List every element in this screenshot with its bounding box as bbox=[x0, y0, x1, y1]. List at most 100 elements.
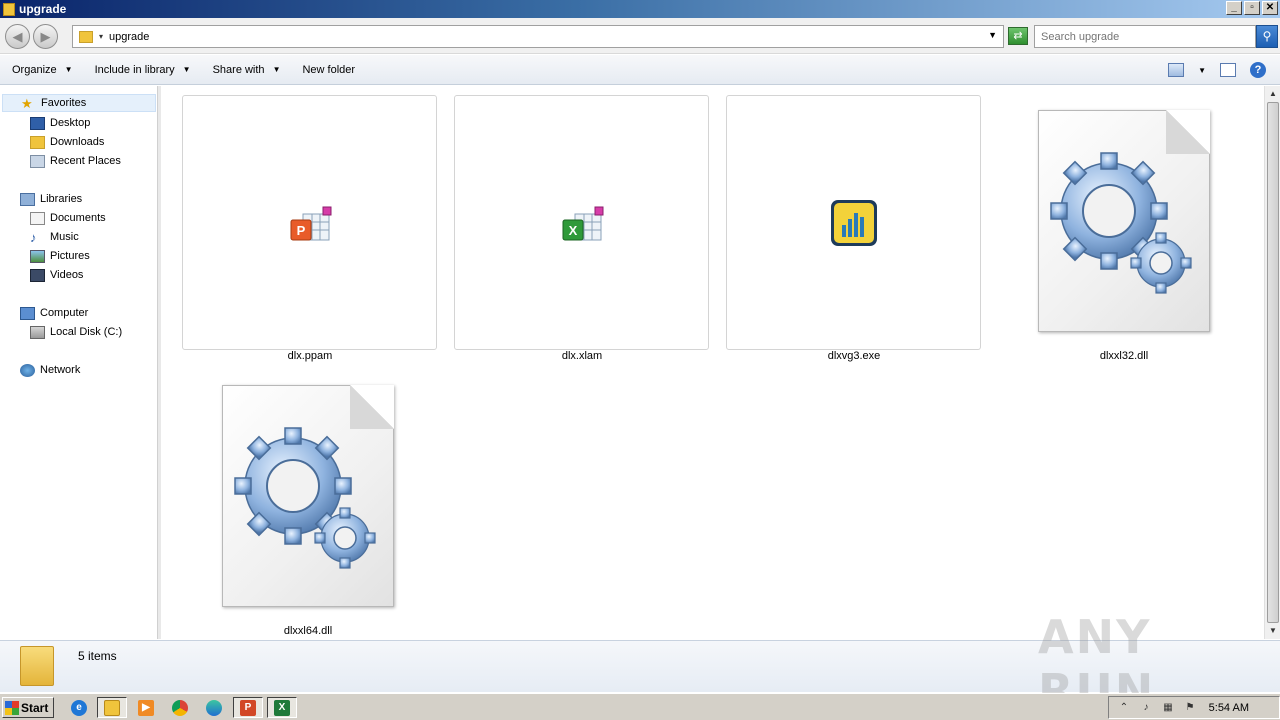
nav-network-label: Network bbox=[40, 364, 81, 376]
back-button[interactable]: ◀ bbox=[5, 24, 30, 49]
network-icon bbox=[20, 363, 35, 377]
organize-button[interactable]: Organize ▼ bbox=[0, 55, 83, 85]
libraries-icon bbox=[20, 192, 35, 206]
scroll-thumb[interactable] bbox=[1267, 102, 1279, 623]
nav-music[interactable]: ♪ Music bbox=[30, 228, 79, 246]
chart-app-icon bbox=[831, 200, 877, 246]
breadcrumb[interactable]: upgrade bbox=[109, 31, 149, 43]
nav-network[interactable]: Network bbox=[20, 361, 80, 379]
change-view-icon[interactable] bbox=[1168, 63, 1185, 77]
thumbnail-frame[interactable]: X bbox=[454, 95, 709, 350]
taskbar-edge[interactable] bbox=[199, 697, 229, 718]
nav-documents[interactable]: Documents bbox=[30, 209, 106, 227]
taskbar-excel[interactable]: X bbox=[267, 697, 297, 718]
star-icon: ★ bbox=[21, 95, 33, 111]
taskbar-ie[interactable]: e bbox=[64, 697, 94, 718]
dll-file-icon[interactable] bbox=[222, 385, 394, 607]
taskbar-chrome[interactable] bbox=[165, 697, 195, 718]
title-bar: upgrade _ ▫ ✕ bbox=[0, 0, 1280, 18]
search-input[interactable] bbox=[1035, 26, 1235, 47]
nav-libraries[interactable]: Libraries bbox=[20, 190, 82, 208]
new-folder-label: New folder bbox=[302, 63, 356, 76]
thumbnail-frame[interactable] bbox=[726, 95, 981, 350]
preview-pane-icon[interactable] bbox=[1220, 63, 1236, 77]
view-dropdown-icon[interactable]: ▼ bbox=[1198, 66, 1206, 75]
action-center-flag-icon[interactable]: ⚑ bbox=[1183, 701, 1197, 715]
thumbnail-frame[interactable]: P bbox=[182, 95, 437, 350]
nav-documents-label: Documents bbox=[50, 212, 106, 224]
search-icon[interactable]: ⚲ bbox=[1256, 25, 1278, 48]
search-box[interactable] bbox=[1034, 25, 1256, 48]
desktop-icon bbox=[30, 116, 45, 130]
folder-icon bbox=[20, 646, 54, 686]
nav-videos-label: Videos bbox=[50, 269, 84, 281]
folder-icon bbox=[79, 30, 93, 43]
videos-icon bbox=[30, 268, 45, 282]
start-label: Start bbox=[21, 700, 49, 715]
address-row: ◀ ▶ ▾ upgrade ▼ ⇄ ⚲ bbox=[0, 18, 1280, 54]
show-hidden-icons-icon[interactable]: ⌃ bbox=[1117, 701, 1131, 715]
share-with-button[interactable]: Share with ▼ bbox=[201, 55, 291, 85]
pictures-icon bbox=[30, 249, 45, 263]
help-icon[interactable]: ? bbox=[1250, 62, 1266, 78]
forward-button[interactable]: ▶ bbox=[33, 24, 58, 49]
include-in-library-label: Include in library bbox=[94, 63, 175, 76]
gear-icon bbox=[234, 427, 376, 569]
item-count: 5 items bbox=[78, 649, 117, 663]
file-name[interactable]: dlxvg3.exe bbox=[726, 350, 982, 362]
dll-file-icon[interactable] bbox=[1038, 110, 1210, 332]
powerpoint-addin-icon: P bbox=[290, 206, 332, 241]
nav-recent-places-label: Recent Places bbox=[50, 155, 121, 167]
svg-text:X: X bbox=[569, 223, 578, 238]
pane-splitter[interactable] bbox=[158, 86, 161, 639]
scroll-up-icon[interactable]: ▲ bbox=[1267, 87, 1279, 101]
nav-pictures[interactable]: Pictures bbox=[30, 247, 90, 265]
vertical-scrollbar[interactable]: ▲ ▼ bbox=[1264, 86, 1280, 639]
nav-libraries-label: Libraries bbox=[40, 193, 83, 205]
recent-places-icon bbox=[30, 154, 45, 168]
system-tray: ⌃ ♪ ▦ ⚑ 5:54 AM bbox=[1108, 696, 1280, 719]
organize-label: Organize bbox=[12, 63, 57, 76]
volume-icon[interactable]: ♪ bbox=[1139, 701, 1153, 715]
clock[interactable]: 5:54 AM bbox=[1209, 702, 1249, 714]
page-fold bbox=[1166, 110, 1210, 154]
network-tray-icon[interactable]: ▦ bbox=[1161, 701, 1175, 715]
nav-pictures-label: Pictures bbox=[50, 250, 90, 262]
address-dropdown-icon[interactable]: ▼ bbox=[988, 30, 997, 40]
breadcrumb-arrow-icon[interactable]: ▾ bbox=[99, 32, 103, 41]
window-title: upgrade bbox=[19, 2, 67, 16]
windows-logo-icon bbox=[5, 700, 19, 715]
nav-desktop[interactable]: Desktop bbox=[30, 114, 90, 132]
close-button[interactable]: ✕ bbox=[1262, 1, 1278, 15]
taskbar-media-player[interactable]: ▶ bbox=[131, 697, 161, 718]
file-name[interactable]: dlx.ppam bbox=[182, 350, 438, 362]
file-list: P dlx.ppam X dlx.xlam dlxvg3.exe dlxxl32… bbox=[162, 86, 1264, 639]
powerpoint-icon: P bbox=[240, 699, 256, 716]
nav-desktop-label: Desktop bbox=[50, 117, 91, 129]
nav-downloads[interactable]: Downloads bbox=[30, 133, 104, 151]
edge-icon bbox=[206, 699, 222, 716]
file-name[interactable]: dlxxl32.dll bbox=[996, 350, 1252, 362]
chrome-icon bbox=[172, 699, 188, 716]
nav-local-disk[interactable]: Local Disk (C:) bbox=[30, 323, 122, 341]
nav-favorites-label: Favorites bbox=[41, 97, 87, 109]
new-folder-button[interactable]: New folder bbox=[290, 55, 365, 85]
taskbar-explorer[interactable] bbox=[97, 697, 127, 718]
address-bar[interactable]: ▾ upgrade ▼ bbox=[72, 25, 1004, 48]
include-in-library-button[interactable]: Include in library ▼ bbox=[83, 55, 201, 85]
restore-button[interactable]: ▫ bbox=[1244, 1, 1260, 15]
file-name[interactable]: dlx.xlam bbox=[454, 350, 710, 362]
nav-videos[interactable]: Videos bbox=[30, 266, 83, 284]
chevron-down-icon: ▼ bbox=[272, 65, 281, 74]
music-icon: ♪ bbox=[30, 229, 37, 245]
excel-icon: X bbox=[274, 699, 290, 716]
file-name[interactable]: dlxxl64.dll bbox=[180, 625, 436, 637]
nav-favorites[interactable]: ★ Favorites bbox=[2, 94, 156, 112]
nav-computer[interactable]: Computer bbox=[20, 304, 88, 322]
minimize-button[interactable]: _ bbox=[1226, 1, 1242, 15]
explorer-icon bbox=[104, 699, 120, 716]
nav-recent-places[interactable]: Recent Places bbox=[30, 152, 121, 170]
refresh-button[interactable]: ⇄ bbox=[1008, 27, 1028, 45]
start-button[interactable]: Start bbox=[2, 697, 54, 718]
taskbar-powerpoint[interactable]: P bbox=[233, 697, 263, 718]
